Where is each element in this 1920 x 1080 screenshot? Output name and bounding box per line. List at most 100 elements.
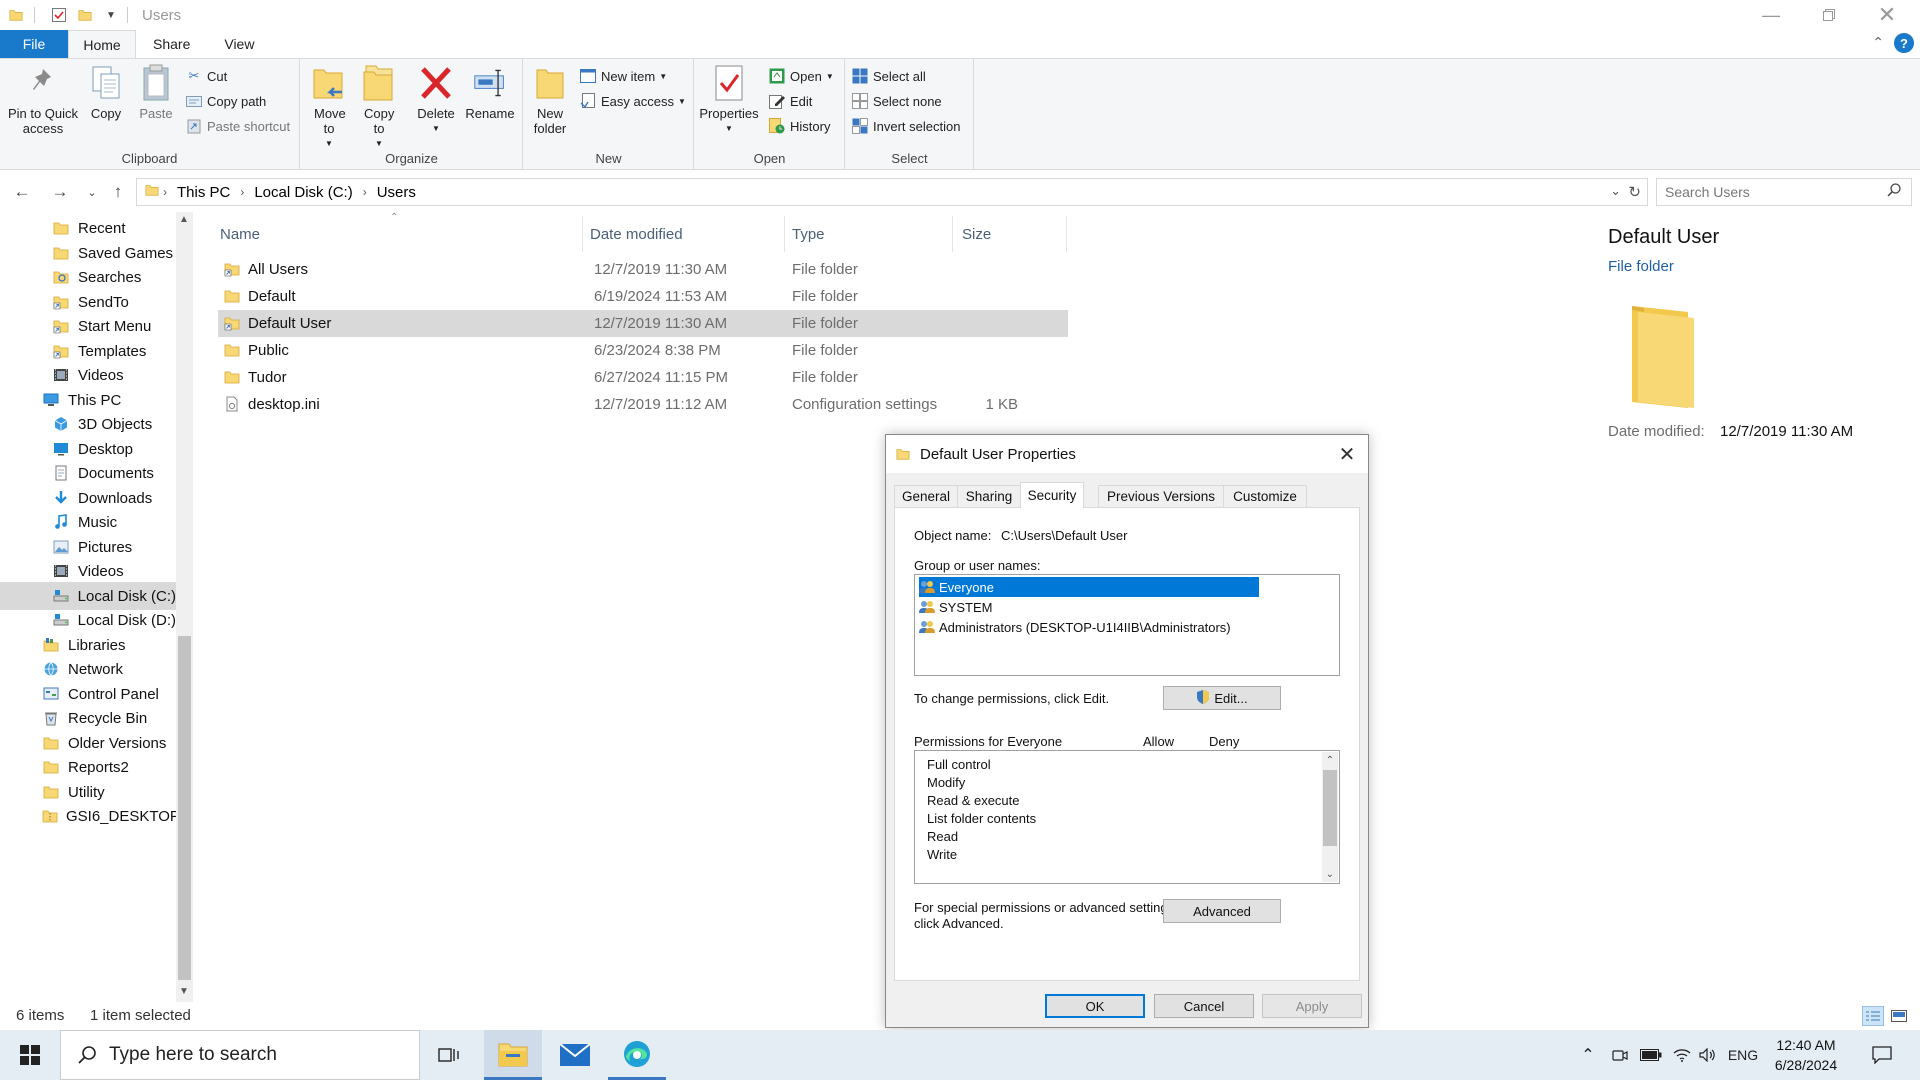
- column-divider[interactable]: [784, 216, 785, 252]
- file-row[interactable]: Default User 12/7/2019 11:30 AM File folde…: [218, 310, 1068, 337]
- select-all-button[interactable]: Select all: [852, 65, 926, 87]
- wifi-icon[interactable]: [1670, 1030, 1694, 1080]
- nav-item-videos[interactable]: Videos: [52, 557, 176, 585]
- column-divider[interactable]: [952, 216, 953, 252]
- history-button[interactable]: History: [769, 115, 830, 137]
- meet-now-icon[interactable]: [1608, 1030, 1632, 1080]
- chevron-right-icon[interactable]: ›: [240, 185, 244, 199]
- battery-icon[interactable]: [1638, 1030, 1664, 1080]
- file-row[interactable]: Tudor 6/27/2024 11:15 PM File folder: [218, 364, 1068, 391]
- new-folder-button[interactable]: New folder: [528, 63, 572, 136]
- tab-sharing[interactable]: Sharing: [957, 485, 1021, 507]
- file-explorer-taskbar-button[interactable]: [484, 1030, 542, 1080]
- properties-quick-icon[interactable]: [49, 5, 69, 25]
- nav-item-reports2[interactable]: Reports2: [42, 753, 176, 781]
- column-header-type[interactable]: Type: [792, 222, 825, 246]
- file-row[interactable]: Default 6/19/2024 11:53 AM File folder: [218, 283, 1068, 310]
- scroll-down-arrow-icon[interactable]: ▼: [179, 986, 189, 997]
- ok-button[interactable]: OK: [1045, 994, 1145, 1018]
- tab-customize[interactable]: Customize: [1223, 485, 1307, 507]
- file-row[interactable]: desktop.ini 12/7/2019 11:12 AM Configurati…: [218, 391, 1068, 418]
- customize-quick-access-icon[interactable]: ▼: [101, 5, 121, 25]
- edit-permissions-button[interactable]: Edit...: [1163, 686, 1281, 710]
- open-button[interactable]: Open ▼: [769, 65, 834, 87]
- notifications-icon[interactable]: [1864, 1030, 1900, 1080]
- restore-button[interactable]: [1800, 0, 1858, 30]
- forward-arrow-icon[interactable]: →: [48, 180, 72, 204]
- file-row[interactable]: All Users 12/7/2019 11:30 AM File folder: [218, 256, 1068, 283]
- help-icon[interactable]: ?: [1894, 33, 1914, 53]
- file-row[interactable]: Public 6/23/2024 8:38 PM File folder: [218, 337, 1068, 364]
- taskbar-search-box[interactable]: Type here to search: [60, 1030, 420, 1080]
- edit-ribbon-button[interactable]: Edit: [769, 90, 812, 112]
- scroll-up-arrow-icon[interactable]: ⌃: [1322, 752, 1338, 768]
- search-box[interactable]: [1656, 178, 1912, 206]
- nav-item-documents[interactable]: Documents: [52, 459, 176, 487]
- group-item-administrators[interactable]: Administrators (DESKTOP-U1I4IIB\Administ…: [919, 617, 1259, 637]
- tab-previous-versions[interactable]: Previous Versions: [1098, 485, 1224, 507]
- nav-item-local-disk-d[interactable]: Local Disk (D:): [52, 606, 176, 634]
- back-arrow-icon[interactable]: ←: [10, 180, 34, 204]
- scroll-up-arrow-icon[interactable]: ▲: [179, 214, 189, 225]
- chevron-right-icon[interactable]: ›: [363, 185, 367, 199]
- nav-item-videos[interactable]: Videos: [52, 361, 176, 389]
- edge-taskbar-button[interactable]: [608, 1030, 666, 1080]
- move-to-button[interactable]: Move to ▼: [307, 63, 351, 151]
- nav-item-recent[interactable]: Recent: [52, 214, 176, 242]
- nav-scrollbar[interactable]: ▲ ▼: [176, 212, 193, 1002]
- nav-item-recycle-bin[interactable]: Recycle Bin: [42, 704, 176, 732]
- column-header-name[interactable]: Name: [220, 222, 260, 246]
- tab-file[interactable]: File: [0, 30, 68, 58]
- paste-button[interactable]: Paste: [134, 63, 178, 121]
- tab-share[interactable]: Share: [136, 30, 207, 58]
- show-hidden-icons-chevron-icon[interactable]: ⌃: [1576, 1030, 1600, 1080]
- copy-to-button[interactable]: Copy to ▼: [357, 63, 401, 151]
- nav-item-network[interactable]: Network: [42, 655, 176, 683]
- group-user-list[interactable]: Everyone SYSTEM Administrators (DESKTOP-…: [914, 574, 1340, 676]
- large-icons-view-icon[interactable]: [1888, 1006, 1910, 1026]
- close-button[interactable]: ✕: [1858, 0, 1916, 30]
- nav-item-searches[interactable]: Searches: [52, 263, 176, 291]
- search-input[interactable]: [1665, 184, 1875, 200]
- tab-home[interactable]: Home: [68, 30, 136, 58]
- input-language-indicator[interactable]: ENG: [1726, 1030, 1760, 1080]
- paste-shortcut-button[interactable]: Paste shortcut: [186, 115, 290, 137]
- pin-to-quick-access-button[interactable]: Pin to Quick access: [4, 63, 82, 136]
- invert-selection-button[interactable]: Invert selection: [852, 115, 960, 137]
- recent-locations-chevron-icon[interactable]: ⌄: [80, 180, 104, 204]
- cut-button[interactable]: ✂ Cut: [186, 65, 228, 87]
- dialog-close-icon[interactable]: ✕: [1334, 441, 1360, 467]
- apply-button[interactable]: Apply: [1262, 994, 1362, 1018]
- column-header-size[interactable]: Size: [962, 222, 991, 246]
- nav-item-gsi6-desktop-u[interactable]: GSI6_DESKTOP-U: [42, 802, 176, 830]
- volume-icon[interactable]: [1696, 1030, 1720, 1080]
- group-item-system[interactable]: SYSTEM: [919, 597, 1259, 617]
- copy-path-button[interactable]: Copy path: [186, 90, 266, 112]
- start-button[interactable]: [0, 1030, 60, 1080]
- breadcrumb-this-pc[interactable]: This PC: [177, 184, 230, 201]
- taskbar-clock[interactable]: 12:40 AM 6/28/2024: [1762, 1035, 1850, 1075]
- refresh-icon[interactable]: ↻: [1628, 183, 1641, 201]
- details-view-icon[interactable]: [1862, 1006, 1884, 1026]
- rename-button[interactable]: Rename: [463, 63, 517, 121]
- task-view-button[interactable]: [420, 1030, 478, 1080]
- mail-taskbar-button[interactable]: [546, 1030, 604, 1080]
- properties-button[interactable]: Properties ▼: [697, 63, 761, 136]
- column-divider[interactable]: [1066, 216, 1067, 252]
- nav-item-3d-objects[interactable]: 3D Objects: [52, 410, 176, 438]
- select-none-button[interactable]: Select none: [852, 90, 942, 112]
- tab-security[interactable]: Security: [1020, 482, 1084, 508]
- new-item-button[interactable]: New item ▼: [580, 65, 667, 87]
- easy-access-button[interactable]: Easy access ▼: [580, 90, 686, 112]
- collapse-ribbon-icon[interactable]: ⌃: [1872, 34, 1884, 51]
- breadcrumb-users[interactable]: Users: [377, 184, 416, 201]
- breadcrumb-local-disk[interactable]: Local Disk (C:): [254, 184, 352, 201]
- column-header-date[interactable]: Date modified: [590, 222, 683, 246]
- nav-item-music[interactable]: Music: [52, 508, 176, 536]
- permissions-list[interactable]: Full control Modify Read & execute List fol…: [914, 750, 1340, 884]
- new-folder-quick-icon[interactable]: [75, 5, 95, 25]
- search-icon[interactable]: [1887, 183, 1901, 200]
- tab-view[interactable]: View: [207, 30, 271, 58]
- copy-button[interactable]: Copy: [84, 63, 128, 121]
- column-divider[interactable]: [582, 216, 583, 252]
